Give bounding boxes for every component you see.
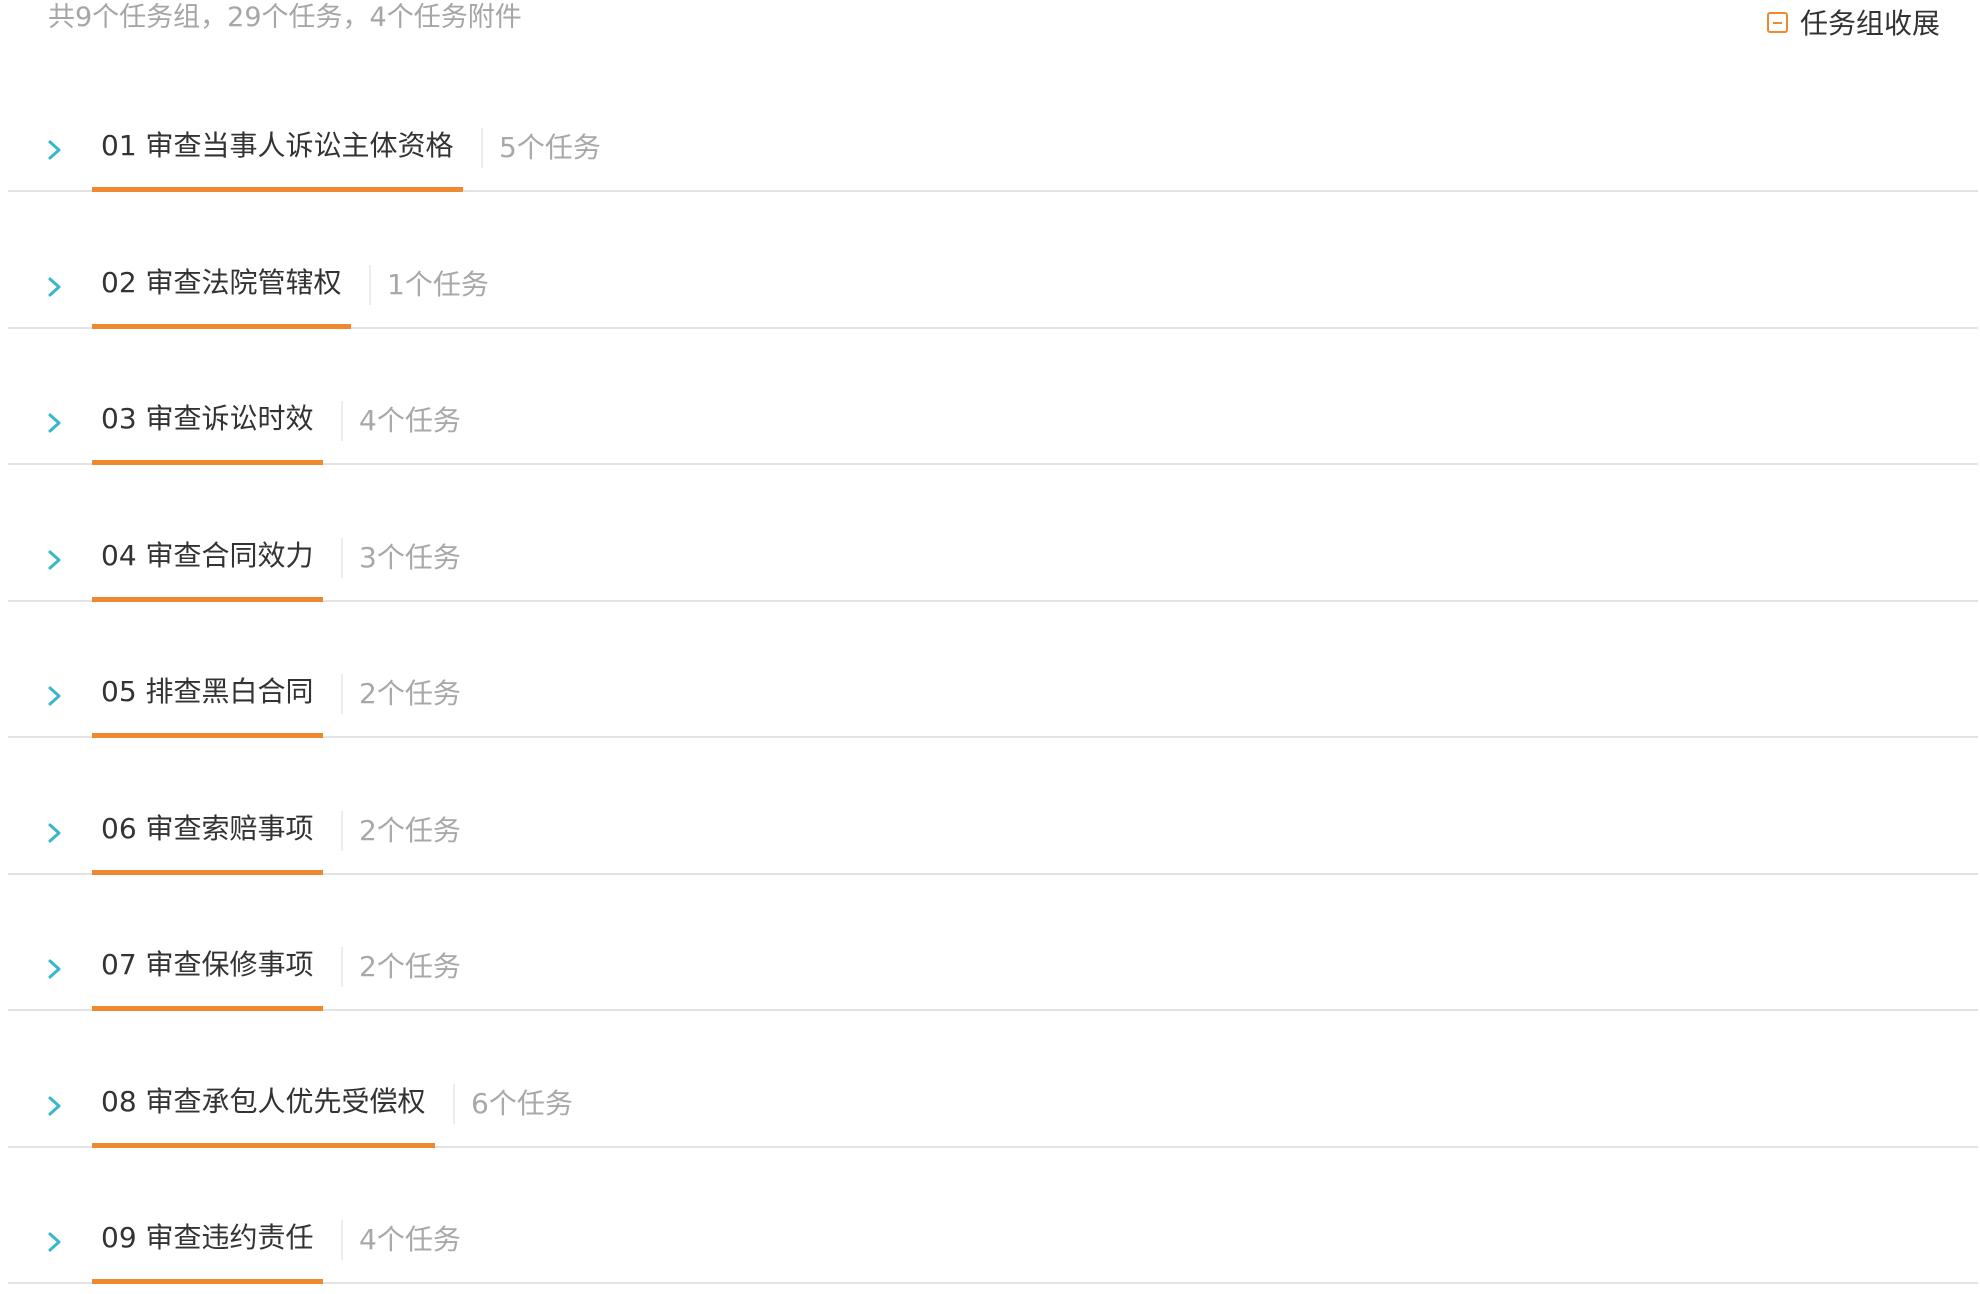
task-group-row[interactable]: 08 审查承包人优先受偿权 6个任务 (8, 1066, 1978, 1203)
task-group-title-tab[interactable]: 09 审查违约责任 (92, 1202, 323, 1284)
active-underline (92, 460, 323, 465)
chevron-right-icon[interactable] (40, 682, 68, 710)
task-count: 6个任务 (471, 1086, 573, 1120)
task-group-title: 06 审查索赔事项 (101, 811, 314, 845)
chevron-right-icon[interactable] (40, 136, 68, 164)
task-group-title-tab[interactable]: 05 排查黑白合同 (92, 656, 323, 738)
task-count: 4个任务 (359, 1223, 461, 1256)
title-divider (341, 537, 343, 578)
chevron-right-icon[interactable] (40, 273, 68, 301)
task-group-row[interactable]: 07 审查保修事项 2个任务 (8, 929, 1978, 1066)
active-underline (92, 596, 323, 602)
task-count: 2个任务 (359, 950, 461, 983)
task-group-row[interactable]: 01 审查当事人诉讼主体资格 5个任务 (8, 110, 1978, 247)
task-group-row[interactable]: 09 审查违约责任 4个任务 (8, 1202, 1978, 1294)
task-count: 5个任务 (499, 131, 601, 164)
active-underline (92, 1006, 323, 1011)
task-count: 2个任务 (359, 813, 461, 847)
chevron-right-icon[interactable] (40, 819, 68, 847)
task-group-row[interactable]: 06 审查索赔事项 2个任务 (8, 793, 1978, 930)
task-group-row[interactable]: 02 审查法院管辖权 1个任务 (8, 247, 1978, 384)
chevron-right-icon[interactable] (40, 1092, 68, 1120)
task-group-list: 01 审查当事人诉讼主体资格 5个任务 02 审查法院管辖权 1个任务 03 审… (8, 110, 1978, 1294)
task-count: 3个任务 (359, 540, 461, 574)
task-count: 1个任务 (387, 267, 489, 301)
task-group-header[interactable]: 05 排查黑白合同 2个任务 (8, 656, 1978, 738)
title-divider (369, 264, 371, 305)
active-underline (92, 323, 351, 329)
task-group-title-tab[interactable]: 04 审查合同效力 (92, 520, 323, 602)
task-group-title-tab[interactable]: 06 审查索赔事项 (92, 793, 323, 875)
task-group-header[interactable]: 06 审查索赔事项 2个任务 (8, 793, 1978, 875)
title-divider (453, 1083, 455, 1124)
task-group-header[interactable]: 03 审查诉讼时效 4个任务 (8, 383, 1978, 465)
task-group-header[interactable]: 09 审查违约责任 4个任务 (8, 1202, 1978, 1284)
toggle-all-label: 任务组收展 (1799, 7, 1940, 40)
task-group-title-tab[interactable]: 01 审查当事人诉讼主体资格 (92, 110, 463, 192)
task-group-title: 08 审查承包人优先受偿权 (101, 1084, 426, 1118)
active-underline (92, 1279, 323, 1284)
task-group-header[interactable]: 08 审查承包人优先受偿权 6个任务 (8, 1066, 1978, 1148)
task-group-header[interactable]: 07 审查保修事项 2个任务 (8, 929, 1978, 1011)
active-underline (92, 1142, 435, 1148)
task-group-title: 03 审查诉讼时效 (101, 402, 314, 435)
task-group-row[interactable]: 05 排查黑白合同 2个任务 (8, 656, 1978, 793)
task-count: 2个任务 (359, 677, 461, 710)
task-group-title-tab[interactable]: 03 审查诉讼时效 (92, 383, 323, 465)
task-group-header[interactable]: 04 审查合同效力 3个任务 (8, 520, 1978, 602)
task-group-title-tab[interactable]: 07 审查保修事项 (92, 929, 323, 1011)
task-count: 4个任务 (359, 404, 461, 437)
task-group-row[interactable]: 04 审查合同效力 3个任务 (8, 520, 1978, 657)
active-underline (92, 869, 323, 875)
task-group-title: 04 审查合同效力 (101, 538, 314, 572)
task-group-title: 01 审查当事人诉讼主体资格 (101, 129, 454, 162)
task-group-title: 09 审查违约责任 (101, 1221, 314, 1254)
active-underline (92, 187, 463, 192)
title-divider (341, 810, 343, 851)
chevron-right-icon[interactable] (40, 409, 68, 437)
task-group-title-tab[interactable]: 08 审查承包人优先受偿权 (92, 1066, 435, 1148)
task-group-title: 07 审查保修事项 (101, 948, 314, 981)
task-group-header[interactable]: 01 审查当事人诉讼主体资格 5个任务 (8, 110, 1978, 192)
title-divider (341, 674, 343, 714)
title-divider (341, 947, 343, 987)
title-divider (481, 128, 483, 168)
chevron-right-icon[interactable] (40, 955, 68, 983)
title-divider (341, 401, 343, 441)
task-group-row[interactable]: 03 审查诉讼时效 4个任务 (8, 383, 1978, 520)
task-group-header[interactable]: 02 审查法院管辖权 1个任务 (8, 247, 1978, 329)
minus-square-icon (1766, 11, 1788, 33)
task-group-title: 05 排查黑白合同 (101, 675, 314, 708)
chevron-right-icon[interactable] (40, 1228, 68, 1256)
chevron-right-icon[interactable] (40, 546, 68, 574)
task-group-title-tab[interactable]: 02 审查法院管辖权 (92, 247, 351, 329)
task-summary: 共9个任务组，29个任务，4个任务附件 (48, 2, 522, 33)
task-group-title: 02 审查法院管辖权 (101, 265, 342, 299)
active-underline (92, 733, 323, 738)
title-divider (341, 1220, 343, 1260)
toggle-all-groups-button[interactable]: 任务组收展 (1766, 4, 1940, 40)
